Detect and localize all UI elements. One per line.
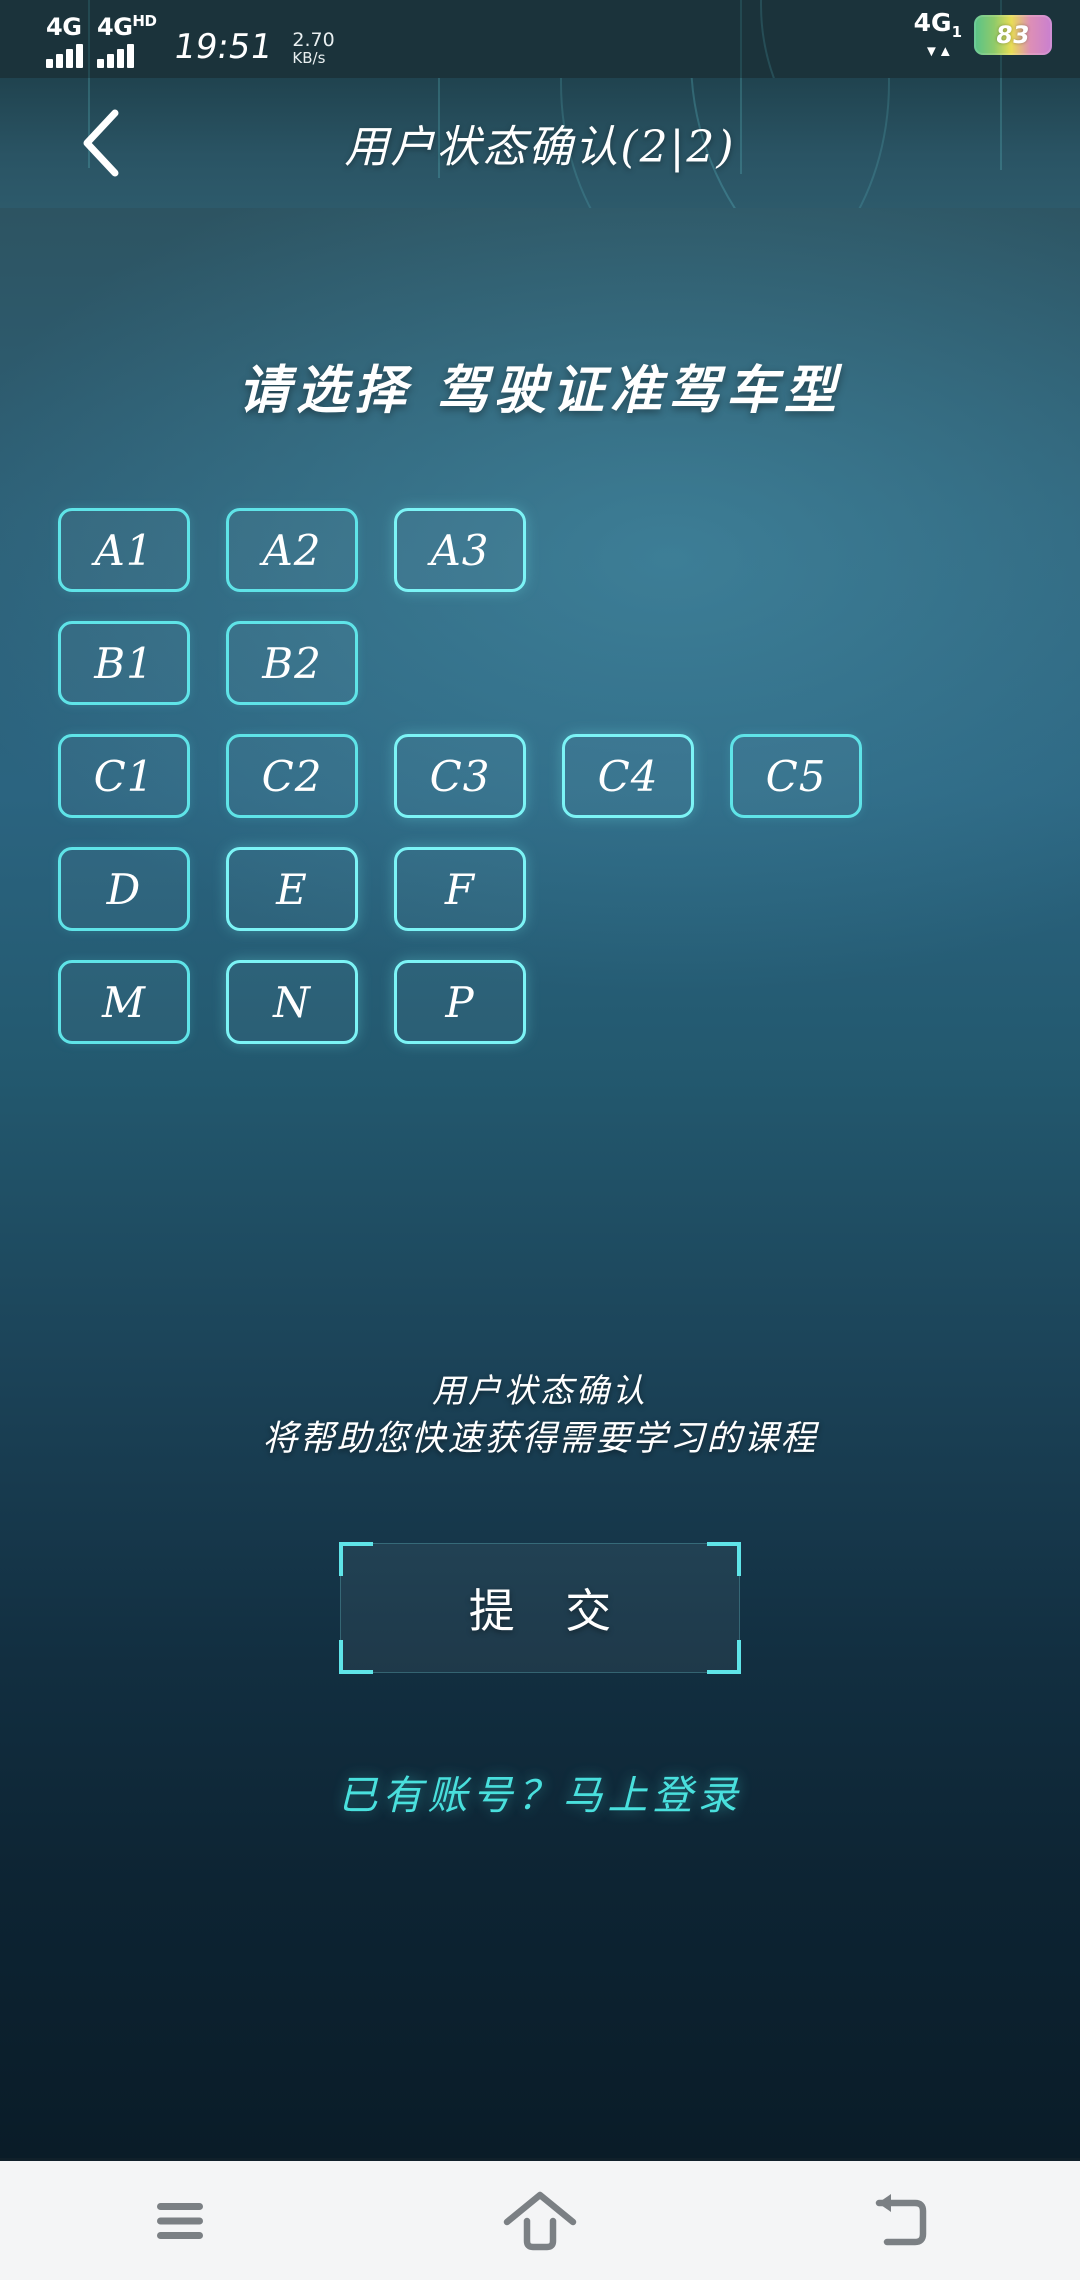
corner-accent-bottom-left <box>339 1640 373 1674</box>
corner-accent-top-left <box>339 1542 373 1576</box>
login-link-label: 已有账号？马上登录 <box>337 1773 743 1819</box>
license-option-c4[interactable]: C4 <box>562 734 694 818</box>
status-bar-left-group: 4G 4GHD 19:51 2.70 KB/s <box>46 8 335 68</box>
system-navigation-bar <box>0 2158 1080 2280</box>
license-option-n[interactable]: N <box>226 960 358 1044</box>
license-option-f[interactable]: F <box>394 847 526 931</box>
back-button[interactable] <box>58 100 144 186</box>
network-speed-indicator: 2.70 KB/s <box>292 30 334 66</box>
status-bar-right-group: 4G1 ▼▲ 83 <box>914 10 1052 59</box>
network-speed-unit: KB/s <box>292 49 326 67</box>
main-content: 请选择 驾驶证准驾车型 A1 A2 A3 B1 B2 C1 C2 C3 C4 C… <box>0 208 1080 2158</box>
license-type-grid: A1 A2 A3 B1 B2 C1 C2 C3 C4 C5 D E F M N … <box>58 508 1028 1073</box>
battery-icon: 83 <box>974 14 1052 55</box>
license-row-mnp: M N P <box>58 960 1028 1044</box>
license-option-c3[interactable]: C3 <box>394 734 526 818</box>
hint-line-1: 用户状态确认 <box>432 1371 648 1410</box>
hint-text-block: 用户状态确认 将帮助您快速获得需要学习的课程 <box>0 1368 1080 1464</box>
license-option-d[interactable]: D <box>58 847 190 931</box>
submit-button-label: 提 交 <box>468 1584 630 1638</box>
nav-back-button[interactable] <box>800 2160 1000 2280</box>
submit-button[interactable]: 提 交 <box>339 1542 741 1674</box>
sim1-signal: 4G <box>46 14 83 68</box>
license-option-b1[interactable]: B1 <box>58 621 190 705</box>
select-license-title: 请选择 驾驶证准驾车型 <box>237 360 843 421</box>
status-bar: 4G 4GHD 19:51 2.70 KB/s 4G1 ▼▲ 83 <box>0 0 1080 78</box>
login-link[interactable]: 已有账号？马上登录 <box>0 1763 1080 1821</box>
license-option-a2[interactable]: A2 <box>226 508 358 592</box>
home-icon <box>503 2191 577 2250</box>
data-traffic-arrows-icon: ▼▲ <box>923 43 953 60</box>
license-option-p[interactable]: P <box>394 960 526 1044</box>
license-option-c1[interactable]: C1 <box>58 734 190 818</box>
data-network-indicator: 4G1 ▼▲ <box>914 10 962 59</box>
license-option-e[interactable]: E <box>226 847 358 931</box>
nav-recents-button[interactable] <box>80 2160 280 2280</box>
corner-accent-bottom-right <box>707 1640 741 1674</box>
page-title: 用户状态确认(2|2) <box>344 122 736 173</box>
app-header: 用户状态确认(2|2) <box>0 78 1080 208</box>
license-row-a: A1 A2 A3 <box>58 508 1028 592</box>
license-option-m[interactable]: M <box>58 960 190 1044</box>
status-bar-line-decoration <box>740 0 742 78</box>
battery-percent: 83 <box>994 20 1032 49</box>
status-bar-clock: 19:51 <box>171 27 276 67</box>
license-option-c2[interactable]: C2 <box>226 734 358 818</box>
license-row-b: B1 B2 <box>58 621 1028 705</box>
sim1-signal-bars-icon <box>46 42 83 68</box>
back-arrow-icon <box>875 2193 927 2245</box>
license-row-c: C1 C2 C3 C4 C5 <box>58 734 1028 818</box>
corner-accent-top-right <box>707 1542 741 1576</box>
license-option-c5[interactable]: C5 <box>730 734 862 818</box>
chevron-left-icon <box>83 109 119 177</box>
sim2-signal-bars-icon <box>97 42 134 68</box>
phone-screen: 4G 4GHD 19:51 2.70 KB/s 4G1 ▼▲ 83 用户状态确认… <box>0 0 1080 2280</box>
network-speed-value: 2.70 <box>292 29 335 51</box>
hint-line-2: 将帮助您快速获得需要学习的课程 <box>262 1419 818 1459</box>
sim2-network-label: 4GHD <box>97 12 157 41</box>
menu-icon <box>157 2202 203 2239</box>
sim1-network-label: 4G <box>46 13 82 41</box>
data-network-label: 4G1 <box>913 8 962 41</box>
license-option-a1[interactable]: A1 <box>58 508 190 592</box>
nav-home-button[interactable] <box>440 2160 640 2280</box>
license-option-a3[interactable]: A3 <box>394 508 526 592</box>
license-row-def: D E F <box>58 847 1028 931</box>
sim2-signal: 4GHD <box>97 8 157 68</box>
license-option-b2[interactable]: B2 <box>226 621 358 705</box>
